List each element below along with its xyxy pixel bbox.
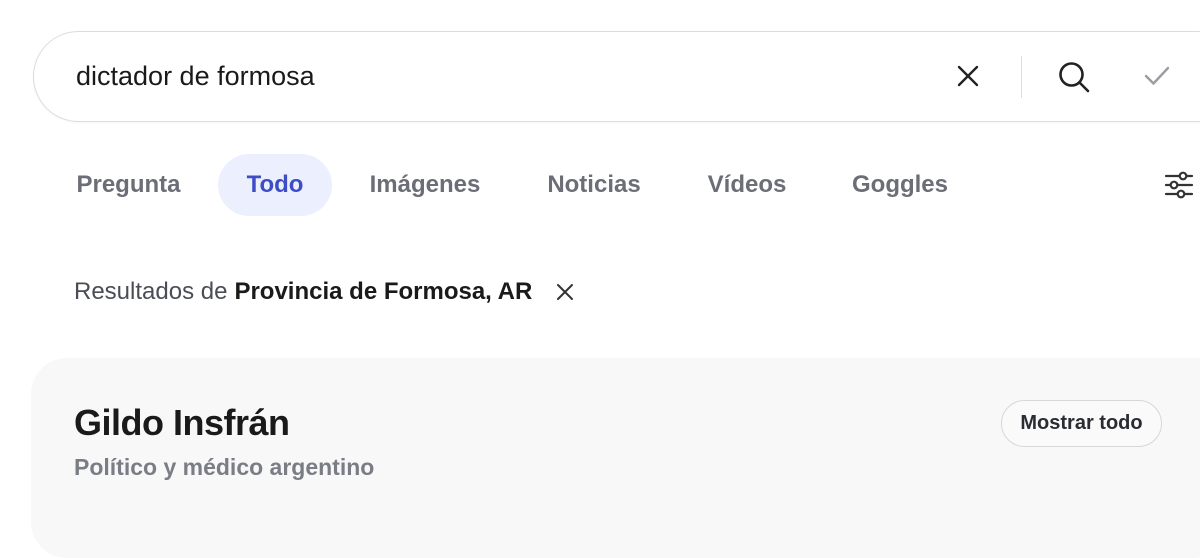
tab-imagenes[interactable]: Imágenes xyxy=(352,154,498,216)
tab-pregunta[interactable]: Pregunta xyxy=(62,154,195,216)
show-all-button[interactable]: Mostrar todo xyxy=(1001,400,1162,447)
location-prefix: Resultados de xyxy=(74,278,228,305)
check-icon xyxy=(1144,66,1170,85)
clear-search-button[interactable] xyxy=(951,59,985,93)
location-filter: Resultados de Provincia de Formosa, AR xyxy=(74,276,578,308)
search-bar[interactable] xyxy=(33,31,1200,122)
search-button[interactable] xyxy=(1055,58,1093,96)
location-name: Provincia de Formosa, AR xyxy=(234,278,533,305)
tab-videos[interactable]: Vídeos xyxy=(690,154,804,216)
search-tabs: Pregunta Todo Imágenes Noticias Vídeos G… xyxy=(0,154,1200,216)
tab-todo[interactable]: Todo xyxy=(218,154,332,216)
tab-noticias[interactable]: Noticias xyxy=(530,154,658,216)
entity-title: Gildo Insfrán xyxy=(74,402,290,443)
knowledge-card: Gildo Insfrán Político y médico argentin… xyxy=(31,358,1200,558)
tab-goggles[interactable]: Goggles xyxy=(836,154,964,216)
search-input[interactable] xyxy=(76,54,896,98)
remove-location-button[interactable] xyxy=(552,279,578,305)
close-icon xyxy=(957,65,979,87)
search-icon xyxy=(1059,62,1090,93)
confirm-button[interactable] xyxy=(1140,59,1174,93)
sliders-icon xyxy=(1164,171,1194,199)
entity-subtitle: Político y médico argentino xyxy=(74,454,375,480)
search-divider xyxy=(1021,56,1022,98)
filters-button[interactable] xyxy=(1162,168,1196,202)
close-icon xyxy=(557,284,574,300)
